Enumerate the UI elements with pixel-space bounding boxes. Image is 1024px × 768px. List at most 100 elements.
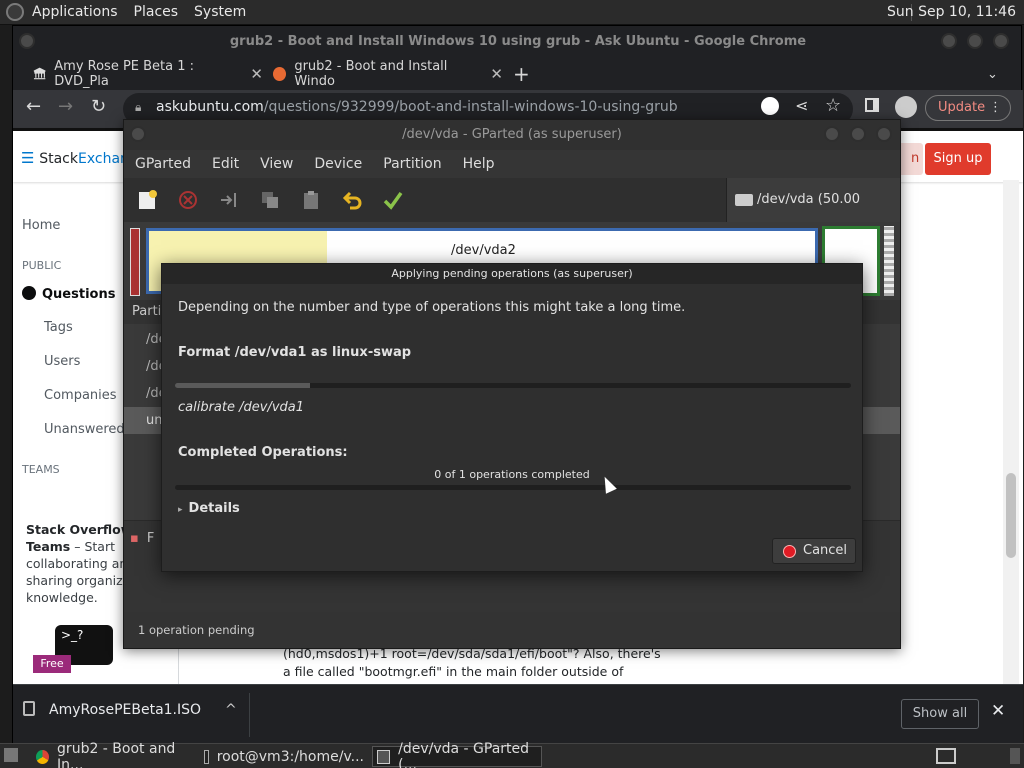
nav-teams-heading: TEAMS (22, 463, 60, 476)
progress-fill (175, 383, 311, 388)
cancel-button[interactable]: Cancel (772, 538, 856, 564)
device-selector[interactable]: /dev/vda (50.00 GiB)▾ (726, 178, 900, 251)
menu-applications[interactable]: Applications (24, 4, 126, 20)
download-item[interactable]: AmyRosePEBeta1.ISO ^ (23, 701, 237, 718)
close-tab-icon[interactable]: ✕ (490, 65, 503, 83)
free-badge[interactable]: Free (33, 655, 71, 673)
download-bar: AmyRosePEBeta1.ISO ^ Show all ✕ (13, 684, 1023, 744)
task-gparted[interactable]: /dev/vda - GParted (... (372, 741, 542, 768)
share-icon[interactable]: ⋖ (795, 96, 808, 115)
new-tab-button[interactable]: + (513, 58, 530, 90)
gparted-icon (377, 749, 391, 764)
trash-icon[interactable] (1010, 748, 1020, 764)
reload-icon[interactable]: ↻ (91, 96, 106, 117)
maximize-button[interactable] (850, 126, 866, 142)
task-chrome[interactable]: grub2 - Boot and In... (36, 741, 196, 768)
lock-icon[interactable]: 🔒︎ (135, 100, 141, 115)
chrome-window-title: grub2 - Boot and Install Windows 10 usin… (229, 34, 807, 49)
task-terminal[interactable]: root@vm3:/home/v... (204, 746, 364, 767)
expander-arrow-icon: ▸ (178, 505, 183, 515)
status-bar: 1 operation pending (124, 612, 900, 648)
details-expander[interactable]: ▸ Details (178, 501, 240, 516)
profile-avatar-icon[interactable] (895, 96, 917, 118)
google-lens-icon[interactable] (761, 97, 779, 115)
menu-edit[interactable]: Edit (201, 156, 249, 172)
current-operation-label: Format /dev/vda1 as linux-swap (178, 345, 412, 360)
maximize-button[interactable] (967, 33, 983, 49)
window-menu-button[interactable] (130, 126, 146, 142)
signup-button[interactable]: Sign up (925, 143, 991, 175)
undo-icon[interactable] (341, 189, 363, 211)
cancel-icon (783, 545, 796, 558)
menu-help[interactable]: Help (452, 156, 505, 172)
workspace-switcher-icon[interactable] (936, 748, 956, 764)
tab-search-icon[interactable]: ⌄ (987, 58, 998, 90)
forward-icon[interactable]: → (58, 96, 73, 117)
menu-device[interactable]: Device (303, 156, 372, 172)
delete-partition-icon[interactable] (177, 189, 199, 211)
disk-icon (735, 194, 753, 206)
close-button[interactable] (876, 126, 892, 142)
menu-places[interactable]: Places (126, 4, 187, 20)
nav-tags[interactable]: Tags (44, 320, 73, 335)
terminal-icon (204, 749, 209, 764)
operation-icon: ▪ (130, 531, 139, 546)
menu-system[interactable]: System (186, 4, 254, 20)
download-separator (249, 693, 250, 737)
close-button[interactable] (993, 33, 1009, 49)
top-panel: Applications Places System Sun Sep 10, 1… (0, 0, 1024, 25)
menu-gparted[interactable]: GParted (124, 156, 201, 172)
dialog-title: Applying pending operations (as superuse… (162, 264, 862, 284)
url-text[interactable]: askubuntu.com/questions/932999/boot-and-… (156, 99, 678, 115)
back-icon[interactable]: ← (26, 96, 41, 117)
copy-icon[interactable] (259, 189, 281, 211)
scrollbar-thumb[interactable] (1006, 473, 1016, 558)
tab-label: grub2 - Boot and Install Windo (294, 59, 448, 89)
dialog-intro-text: Depending on the number and type of oper… (178, 300, 686, 315)
chevron-up-icon[interactable]: ^ (225, 702, 237, 718)
bookmark-star-icon[interactable]: ☆ (825, 95, 841, 116)
minimize-button[interactable] (824, 126, 840, 142)
menu-icon[interactable]: ☰ (21, 149, 39, 167)
partition-vda1-block[interactable] (130, 228, 140, 296)
minimize-button[interactable] (941, 33, 957, 49)
current-operation-progress (175, 383, 851, 388)
show-all-button[interactable]: Show all (901, 699, 979, 729)
nav-questions[interactable]: Questions (22, 286, 115, 302)
tab-archive[interactable]: Amy Rose PE Beta 1 : DVD_Pla ✕ (33, 58, 263, 90)
resize-move-icon[interactable] (218, 189, 240, 211)
nav-users[interactable]: Users (44, 354, 80, 369)
nav-home[interactable]: Home (22, 218, 60, 233)
show-desktop-icon[interactable] (4, 748, 18, 762)
tab-strip: Amy Rose PE Beta 1 : DVD_Pla ✕ grub2 - B… (13, 58, 1023, 90)
tab-label: Amy Rose PE Beta 1 : DVD_Pla (54, 59, 195, 89)
close-tab-icon[interactable]: ✕ (250, 65, 263, 83)
nav-companies[interactable]: Companies (44, 388, 117, 403)
unallocated-block[interactable] (884, 226, 894, 296)
new-partition-icon[interactable] (136, 189, 158, 211)
sub-operation-text: calibrate /dev/vda1 (178, 400, 305, 415)
page-scrollbar[interactable] (1003, 180, 1019, 684)
menu-view[interactable]: View (249, 156, 303, 172)
completed-operations-heading: Completed Operations: (178, 445, 348, 460)
archive-icon (33, 67, 46, 80)
gparted-title: /dev/vda - GParted (as superuser) (124, 120, 900, 150)
paste-icon[interactable] (300, 189, 322, 211)
apply-icon[interactable] (382, 189, 404, 211)
update-button[interactable]: Update ⋮ (925, 95, 1011, 121)
gparted-toolbar: /dev/vda (50.00 GiB)▾ (124, 178, 900, 251)
nav-unanswered[interactable]: Unanswered (44, 422, 125, 437)
taskbar: grub2 - Boot and In... root@vm3:/home/v.… (0, 741, 1024, 768)
tab-askubuntu[interactable]: grub2 - Boot and Install Windo ✕ (273, 58, 503, 90)
partition-label: /dev/vda2 (451, 243, 516, 258)
side-panel-icon[interactable] (865, 98, 879, 112)
menu-partition[interactable]: Partition (372, 156, 451, 172)
gnome-menu-icon[interactable] (6, 3, 24, 21)
askubuntu-icon (273, 67, 287, 81)
operation-entry[interactable]: ▪ F (130, 531, 154, 546)
chrome-icon (36, 749, 50, 764)
close-icon[interactable]: ✕ (991, 701, 1005, 721)
clock[interactable]: Sun Sep 10, 11:46 (887, 4, 1016, 20)
completed-operations-text: 0 of 1 operations completed (434, 468, 590, 481)
file-icon (23, 701, 35, 716)
